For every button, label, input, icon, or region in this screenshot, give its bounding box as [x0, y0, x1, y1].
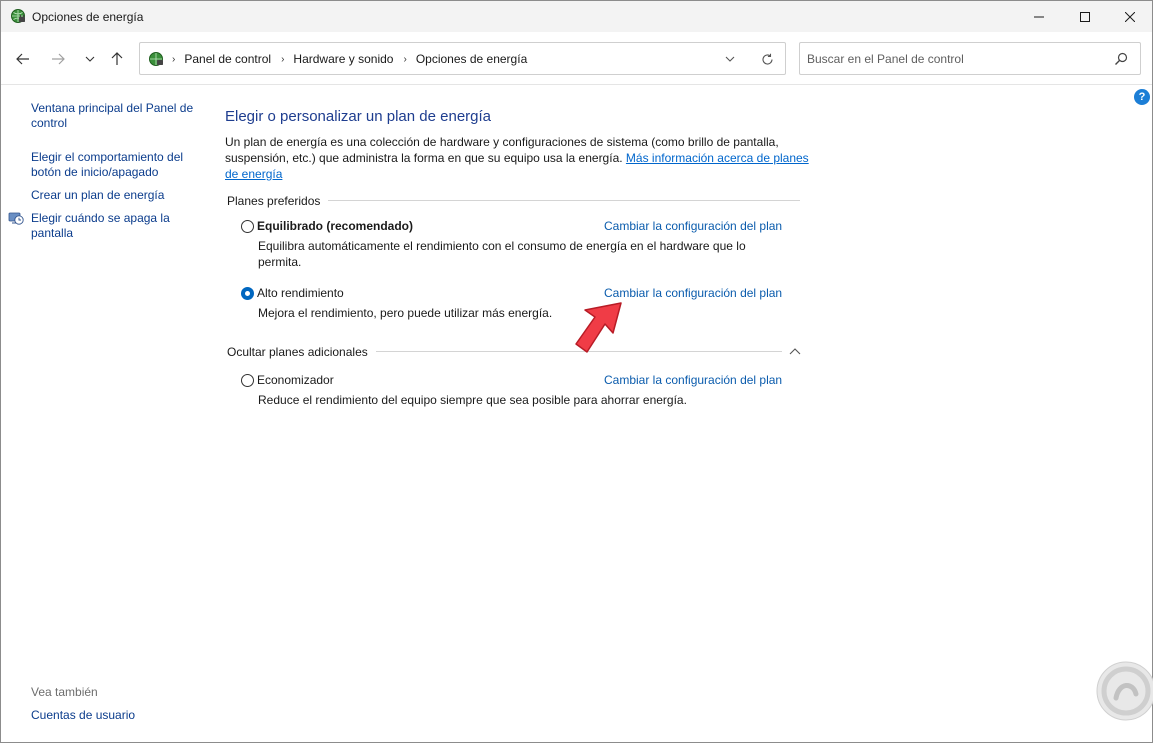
- left-pane: Ventana principal del Panel de control E…: [1, 86, 201, 743]
- minimize-icon: [1034, 16, 1044, 17]
- plan-name: Alto rendimiento: [257, 286, 344, 300]
- arrow-up-icon: [111, 52, 123, 65]
- up-button[interactable]: [106, 48, 128, 70]
- chevron-right-icon: ›: [403, 53, 407, 65]
- search-icon[interactable]: [1113, 51, 1129, 67]
- control-panel-icon: [149, 52, 163, 66]
- breadcrumb-power-options[interactable]: Opciones de energía: [416, 52, 527, 66]
- back-button[interactable]: [12, 48, 34, 70]
- intro-paragraph: Un plan de energía es una colección de h…: [225, 134, 815, 182]
- breadcrumb: › Panel de control › Hardware y sonido ›…: [172, 52, 527, 66]
- navigation-bar: › Panel de control › Hardware y sonido ›…: [1, 32, 1152, 85]
- chevron-right-icon: ›: [172, 53, 176, 65]
- recent-locations-button[interactable]: [79, 48, 101, 70]
- arrow-right-icon: [52, 53, 65, 65]
- breadcrumb-control-panel[interactable]: Panel de control: [184, 52, 271, 66]
- link-display-off-time[interactable]: Elegir cuándo se apaga la pantalla: [31, 211, 196, 241]
- search-box[interactable]: [799, 42, 1141, 75]
- address-history-button[interactable]: [722, 51, 738, 67]
- plan-high-performance: Alto rendimiento Cambiar la configuració…: [241, 286, 801, 322]
- plan-name: Economizador: [257, 373, 334, 387]
- plan-name: Equilibrado (recomendado): [257, 219, 414, 233]
- address-bar[interactable]: › Panel de control › Hardware y sonido ›…: [139, 42, 786, 75]
- plan-balanced: Equilibrado (recomendado) Cambiar la con…: [241, 219, 801, 269]
- radio-power-saver[interactable]: [241, 374, 254, 387]
- plan-description: Equilibra automáticamente el rendimiento…: [258, 239, 746, 269]
- change-plan-link-high-performance[interactable]: Cambiar la configuración del plan: [604, 286, 782, 300]
- close-icon: [1125, 11, 1135, 22]
- help-icon: ?: [1138, 91, 1146, 103]
- refresh-button[interactable]: [759, 51, 775, 67]
- hide-additional-plans-header[interactable]: Ocultar planes adicionales: [227, 345, 376, 359]
- power-options-app-icon: [11, 9, 25, 23]
- section-divider: [311, 200, 800, 201]
- link-create-power-plan[interactable]: Crear un plan de energía: [31, 188, 196, 203]
- minimize-button[interactable]: [1016, 1, 1062, 32]
- breadcrumb-hardware-sound[interactable]: Hardware y sonido: [293, 52, 393, 66]
- link-power-button-behavior[interactable]: Elegir el comportamiento del botón de in…: [31, 150, 196, 180]
- change-plan-link-balanced[interactable]: Cambiar la configuración del plan: [604, 219, 782, 233]
- title-bar: Opciones de energía: [1, 1, 1152, 32]
- display-schedule-icon: [8, 212, 24, 225]
- plan-description: Mejora el rendimiento, pero puede utiliz…: [258, 306, 553, 320]
- chevron-up-icon[interactable]: [789, 346, 801, 358]
- search-input[interactable]: [807, 51, 1107, 67]
- arrow-left-icon: [16, 53, 29, 65]
- maximize-button[interactable]: [1062, 1, 1108, 32]
- link-user-accounts[interactable]: Cuentas de usuario: [31, 708, 135, 722]
- chevron-down-icon: [725, 56, 735, 62]
- forward-button[interactable]: [47, 48, 69, 70]
- preferred-plans-header: Planes preferidos: [227, 194, 329, 208]
- change-plan-link-power-saver[interactable]: Cambiar la configuración del plan: [604, 373, 782, 387]
- maximize-icon: [1080, 11, 1090, 22]
- window-title: Opciones de energía: [32, 10, 144, 24]
- power-options-window: Opciones de energía › Panel de control ›…: [0, 0, 1153, 743]
- refresh-icon: [761, 53, 773, 65]
- plan-description: Reduce el rendimiento del equipo siempre…: [258, 393, 687, 407]
- annotation-arrow-icon: [575, 302, 622, 353]
- chevron-down-icon: [85, 56, 95, 62]
- watermark-logo-icon: [1096, 661, 1153, 721]
- link-control-panel-home[interactable]: Ventana principal del Panel de control: [31, 101, 196, 131]
- radio-balanced[interactable]: [241, 220, 254, 233]
- see-also-label: Vea también: [31, 685, 98, 699]
- close-button[interactable]: [1107, 1, 1153, 32]
- page-title: Elegir o personalizar un plan de energía: [225, 108, 492, 125]
- chevron-right-icon: ›: [281, 53, 285, 65]
- main-content: ? Elegir o personalizar un plan de energ…: [201, 86, 1153, 743]
- help-button[interactable]: ?: [1134, 89, 1150, 105]
- radio-high-performance[interactable]: [241, 287, 254, 300]
- plan-power-saver: Economizador Cambiar la configuración de…: [241, 373, 801, 409]
